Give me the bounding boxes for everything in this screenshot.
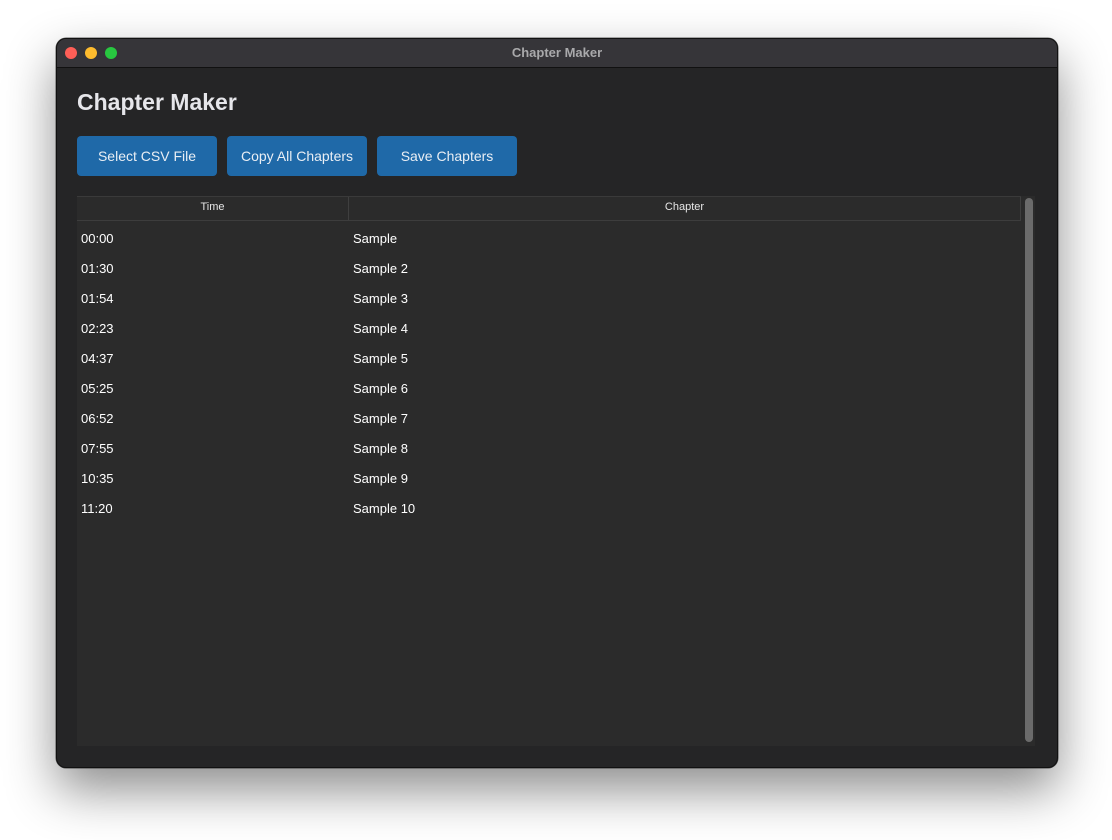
time-cell: 01:54 xyxy=(81,291,114,306)
table-row[interactable]: 04:37 Sample 5 xyxy=(77,344,1021,374)
chapter-cell: Sample 6 xyxy=(353,381,408,396)
save-chapters-button[interactable]: Save Chapters xyxy=(377,136,517,176)
table-row[interactable]: 10:35 Sample 9 xyxy=(77,464,1021,494)
table-row[interactable]: 07:55 Sample 8 xyxy=(77,434,1021,464)
chapter-cell: Sample 4 xyxy=(353,321,408,336)
chapter-cell: Sample 5 xyxy=(353,351,408,366)
column-header-chapter[interactable]: Chapter xyxy=(349,197,1021,220)
table-row[interactable]: 05:25 Sample 6 xyxy=(77,374,1021,404)
time-cell: 05:25 xyxy=(81,381,114,396)
table-row[interactable]: 02:23 Sample 4 xyxy=(77,314,1021,344)
chapter-cell: Sample 2 xyxy=(353,261,408,276)
page-title: Chapter Maker xyxy=(77,89,237,115)
table-body: 00:00 Sample 01:30 Sample 2 01:54 Sample… xyxy=(77,224,1021,524)
time-cell: 02:23 xyxy=(81,321,114,336)
time-cell: 11:20 xyxy=(81,501,113,516)
chapter-cell: Sample xyxy=(353,231,398,246)
table-header: Time Chapter xyxy=(77,196,1021,221)
table-row[interactable]: 01:30 Sample 2 xyxy=(77,254,1021,284)
table-row[interactable]: 01:54 Sample 3 xyxy=(77,284,1021,314)
copy-all-chapters-button[interactable]: Copy All Chapters xyxy=(227,136,367,176)
chapter-cell: Sample 9 xyxy=(353,471,408,486)
time-cell: 00:00 xyxy=(81,231,114,246)
chapter-cell: Sample 3 xyxy=(353,291,408,306)
table-row[interactable]: 06:52 Sample 7 xyxy=(77,404,1021,434)
time-cell: 07:55 xyxy=(81,441,114,456)
column-header-time[interactable]: Time xyxy=(77,197,349,220)
chapter-cell: Sample 10 xyxy=(353,501,416,516)
select-csv-button[interactable]: Select CSV File xyxy=(77,136,217,176)
chapter-cell: Sample 8 xyxy=(353,441,408,456)
table-row[interactable]: 11:20 Sample 10 xyxy=(77,494,1021,524)
vertical-scrollbar[interactable] xyxy=(1025,198,1033,742)
title-bar[interactable]: Chapter Maker xyxy=(57,39,1057,68)
time-cell: 01:30 xyxy=(81,261,114,276)
time-cell: 06:52 xyxy=(81,411,114,426)
app-window: Chapter Maker Chapter Maker Select CSV F… xyxy=(56,38,1058,768)
chapters-table: Time Chapter 00:00 Sample 01:30 Sample 2… xyxy=(77,196,1035,746)
window-title: Chapter Maker xyxy=(511,45,603,60)
time-cell: 10:35 xyxy=(81,471,114,486)
chapter-cell: Sample 7 xyxy=(353,411,408,426)
time-cell: 04:37 xyxy=(81,351,114,366)
table-row[interactable]: 00:00 Sample xyxy=(77,224,1021,254)
